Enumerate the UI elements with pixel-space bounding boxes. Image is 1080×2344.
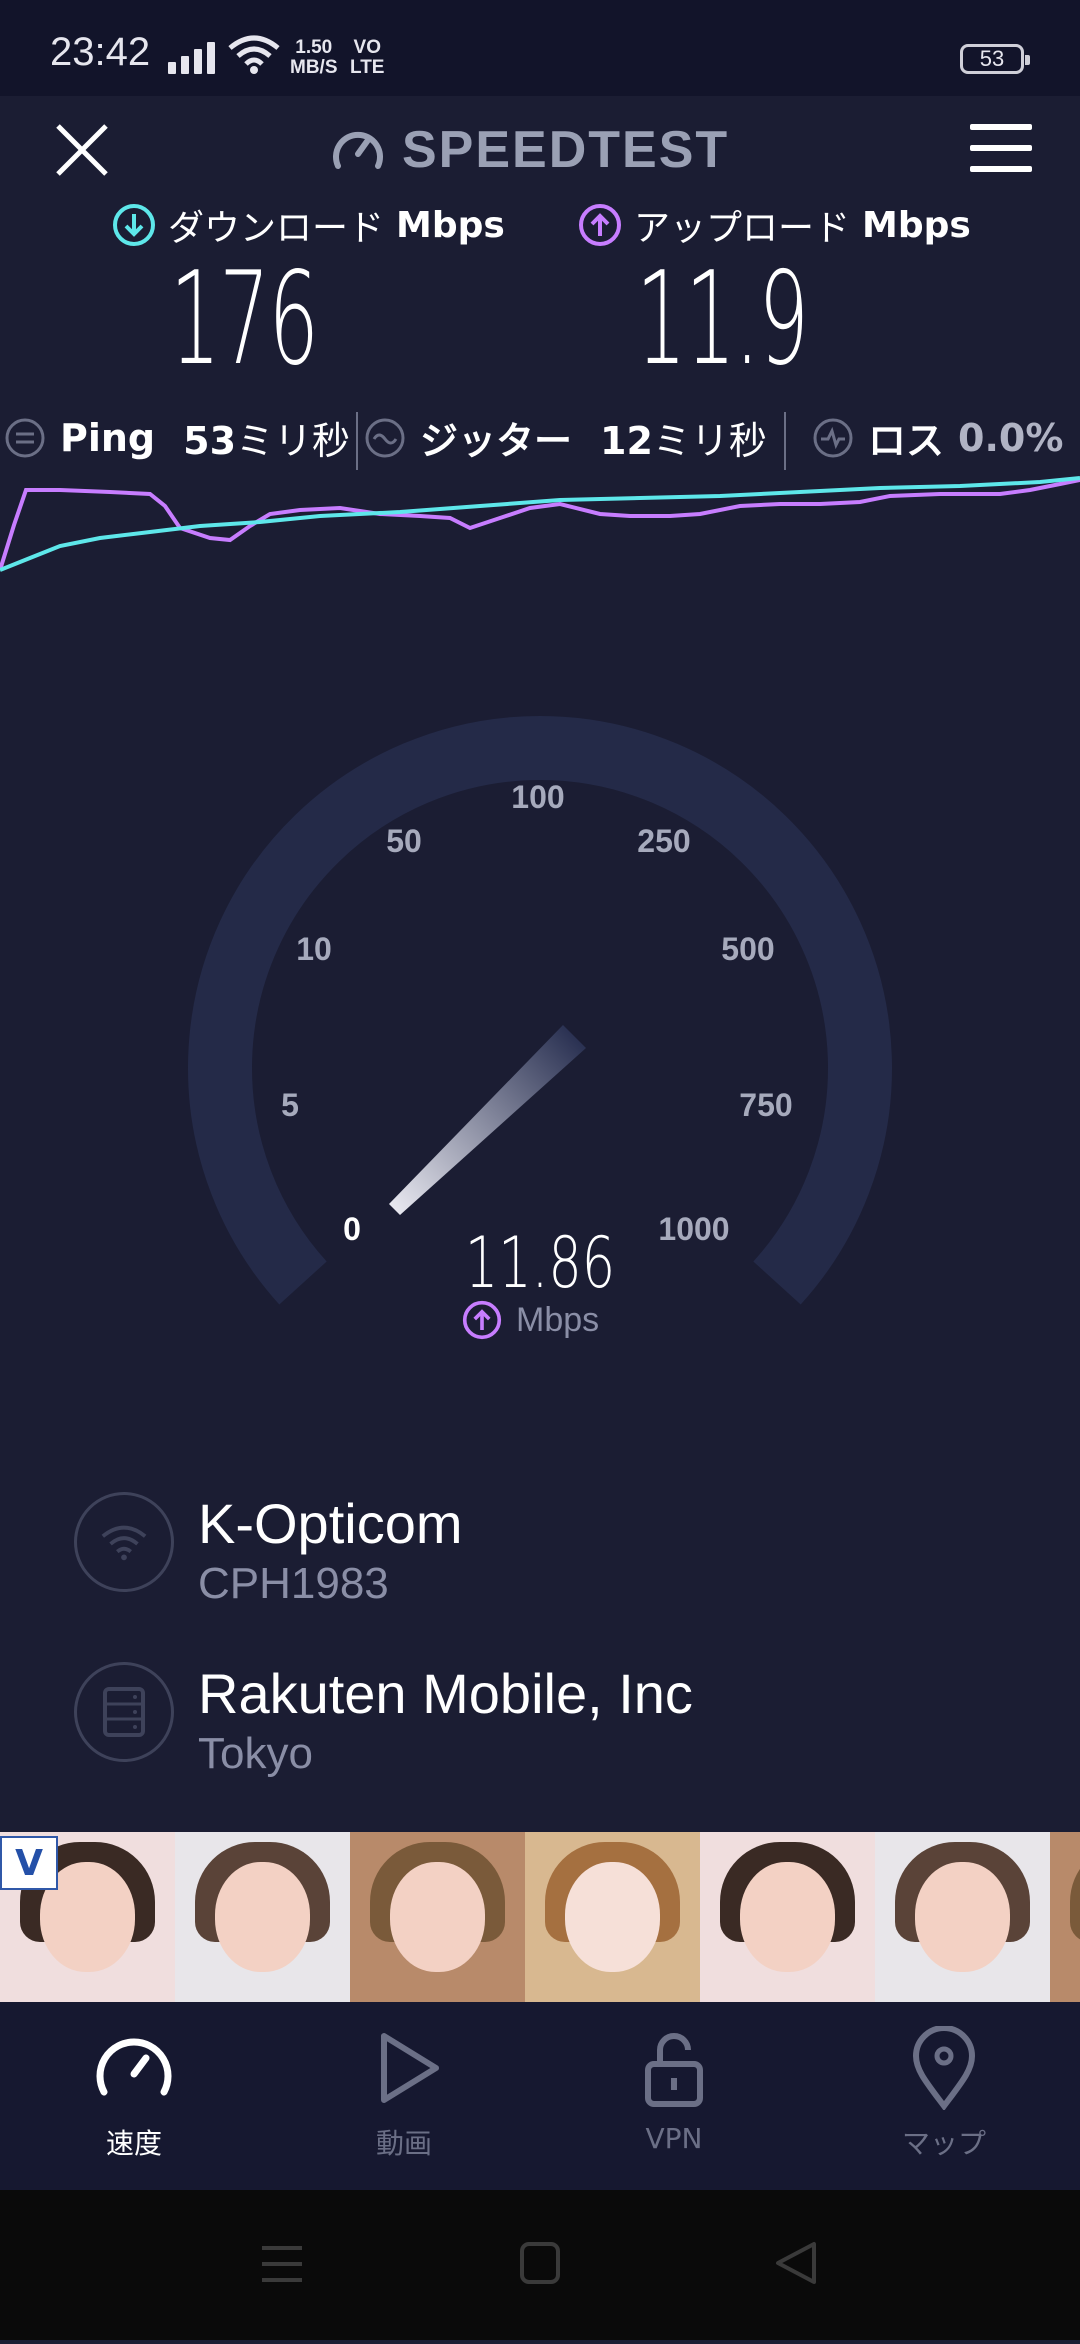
server-info[interactable]: Rakuten Mobile, Inc Tokyo xyxy=(74,1662,693,1782)
loss-stat: ロス 0.0% xyxy=(812,410,1063,465)
ping-icon xyxy=(5,418,45,457)
gauge-tick-label: 750 xyxy=(739,1087,792,1123)
jitter-label: ジッター xyxy=(420,419,573,463)
ad-image xyxy=(875,1832,1050,2002)
upload-value: 11.9 xyxy=(636,245,809,394)
ad-logo[interactable]: V xyxy=(0,1836,58,1890)
status-time: 23:42 xyxy=(50,30,151,74)
ad-image xyxy=(350,1832,525,2002)
ping-label: Ping xyxy=(60,415,156,460)
nav-label: 速度 xyxy=(105,2127,162,2160)
unlock-icon xyxy=(645,2033,703,2107)
provider-name: K-Opticom xyxy=(198,1492,463,1555)
stats-row: Ping 53ミリ秒 ジッター 12ミリ秒 ロス 0.0% xyxy=(0,400,1080,470)
ad-image xyxy=(525,1832,700,2002)
upload-icon xyxy=(462,1300,502,1340)
download-label-text: ダウンロード xyxy=(168,208,385,249)
jitter-unit: ミリ秒 xyxy=(652,419,767,463)
ad-image xyxy=(1050,1832,1080,2002)
server-location: Tokyo xyxy=(198,1729,313,1778)
speedtest-logo-icon xyxy=(333,131,383,169)
battery-icon: 53 xyxy=(960,44,1030,74)
brand-logo: SPEEDTEST xyxy=(330,118,729,182)
ad-image xyxy=(175,1832,350,2002)
nav-label: 動画 xyxy=(375,2127,432,2160)
brand-name: SPEEDTEST xyxy=(402,121,730,179)
bottom-nav: 速度 動画 VPN マップ xyxy=(0,2002,1080,2190)
stat-divider xyxy=(784,412,786,470)
wifi-icon xyxy=(74,1492,174,1592)
wifi-icon xyxy=(228,34,280,79)
gauge-needle xyxy=(389,1025,586,1215)
nav-item-speed[interactable]: 速度 xyxy=(44,2026,224,2162)
gauge-unit: Mbps xyxy=(462,1300,599,1340)
gauge-current-value: 11.86 xyxy=(464,1222,616,1304)
loss-value: 0.0% xyxy=(958,415,1064,460)
ping-stat: Ping 53ミリ秒 xyxy=(4,410,350,465)
speedometer-icon xyxy=(96,2038,172,2096)
server-name: Rakuten Mobile, Inc xyxy=(198,1662,693,1725)
download-icon xyxy=(113,204,155,246)
cell-signal-icon xyxy=(168,40,215,74)
map-pin-icon xyxy=(912,2025,976,2111)
loss-icon xyxy=(813,418,853,457)
menu-line xyxy=(970,145,1032,151)
download-unit: Mbps xyxy=(396,204,505,246)
gauge-tick-label: 100 xyxy=(511,779,564,815)
menu-button[interactable] xyxy=(970,124,1032,172)
gauge-tick-label: 500 xyxy=(721,931,774,967)
upload-unit: Mbps xyxy=(862,204,971,246)
speed-history-graph xyxy=(0,476,1080,572)
upload-graph-line xyxy=(0,478,1080,571)
home-button[interactable] xyxy=(520,2242,560,2284)
download-graph-line xyxy=(0,476,1080,572)
nav-item-map[interactable]: マップ xyxy=(854,2025,1034,2162)
nav-label: マップ xyxy=(901,2127,986,2160)
gauge-tick-label: 5 xyxy=(281,1087,299,1123)
volte-top: VO xyxy=(353,37,381,58)
recent-apps-button[interactable] xyxy=(262,2246,302,2282)
provider-info[interactable]: K-Opticom CPH1983 xyxy=(74,1492,463,1612)
nav-label: VPN xyxy=(645,2122,703,2155)
download-value: 176 xyxy=(170,245,319,394)
play-icon xyxy=(381,2033,439,2103)
download-label: ダウンロード Mbps xyxy=(112,200,505,250)
stat-divider xyxy=(356,412,358,470)
server-icon xyxy=(74,1662,174,1762)
network-speed: 1.50 MB/S xyxy=(290,38,338,78)
ping-unit: ミリ秒 xyxy=(236,419,351,463)
nav-item-vpn[interactable]: VPN xyxy=(584,2026,764,2155)
system-nav-bar xyxy=(0,2190,1080,2340)
upload-label-text: アップロード xyxy=(634,208,851,249)
back-button[interactable] xyxy=(776,2242,816,2284)
network-speed-value: 1.50 xyxy=(295,37,333,58)
ping-value: 53 xyxy=(183,419,237,463)
volte-indicator: VO LTE xyxy=(350,38,384,78)
jitter-stat: ジッター 12ミリ秒 xyxy=(364,410,767,465)
gauge-tick-label: 250 xyxy=(637,823,690,859)
gauge-tick-label: 50 xyxy=(386,823,422,859)
volte-bottom: LTE xyxy=(350,57,385,78)
device-name: CPH1983 xyxy=(198,1559,389,1608)
upload-label: アップロード Mbps xyxy=(578,200,971,250)
menu-line xyxy=(970,124,1032,130)
nav-item-video[interactable]: 動画 xyxy=(314,2026,494,2162)
close-icon xyxy=(56,124,108,176)
ad-image xyxy=(700,1832,875,2002)
menu-line xyxy=(970,166,1032,172)
app-header: SPEEDTEST xyxy=(0,96,1080,206)
upload-icon xyxy=(579,204,621,246)
gauge-tick-label: 10 xyxy=(296,931,332,967)
network-speed-unit: MB/S xyxy=(290,57,338,78)
jitter-value: 12 xyxy=(600,419,653,463)
close-button[interactable] xyxy=(48,116,116,184)
jitter-icon xyxy=(365,418,405,457)
gauge-unit-label: Mbps xyxy=(516,1300,600,1339)
ad-banner[interactable] xyxy=(0,1832,1080,2002)
status-bar: 23:42 1.50 MB/S VO LTE 53 xyxy=(0,0,1080,96)
loss-label: ロス xyxy=(868,419,945,463)
